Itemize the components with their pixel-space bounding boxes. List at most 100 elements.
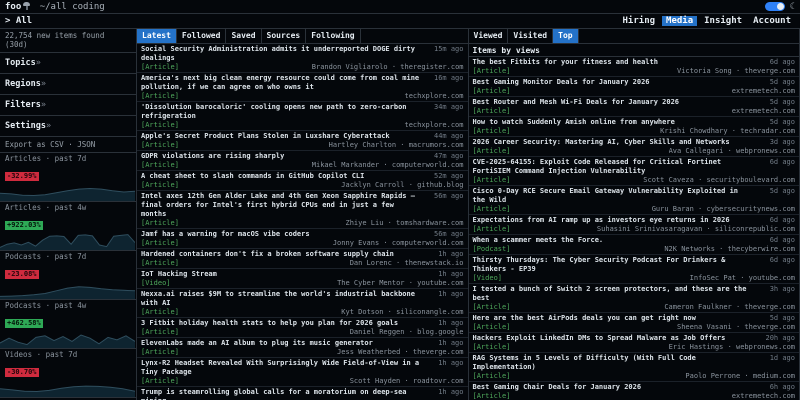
viewed-item[interactable]: RAG Systems in 5 Levels of Difficulty (W… [469,353,800,382]
item-source[interactable]: Jacklyn Carroll · github.blog [341,181,463,190]
item-title[interactable]: Intel axes 12th Gen Alder Lake and 4th G… [141,192,422,219]
item-title[interactable]: GDPR violations are rising sharply [141,152,284,161]
viewed-item[interactable]: I tested a bunch of Switch 2 screen prot… [469,284,800,313]
viewed-item[interactable]: When a scammer meets the Force.6d ago[Po… [469,235,800,255]
nav-account[interactable]: Account [749,16,795,26]
feed-item[interactable]: 3 Fitbit holiday health stats to help yo… [137,318,468,338]
item-source[interactable]: Kyt Dotson · siliconangle.com [341,308,463,317]
item-title[interactable]: Best Gaming Monitor Deals for January 20… [473,78,650,87]
item-title[interactable]: Cisco 0-Day RCE Secure Email Gateway Vul… [473,187,754,205]
sidebar-menu-regions[interactable]: Regions» [0,74,136,95]
feed-tab-following[interactable]: Following [306,29,360,43]
item-title[interactable]: America's next big clean energy resource… [141,74,422,92]
item-source[interactable]: Victoria Song · theverge.com [677,67,795,76]
viewed-item[interactable]: Cisco 0-Day RCE Secure Email Gateway Vul… [469,186,800,215]
feed-item[interactable]: Jamf has a warning for macOS vibe coders… [137,229,468,249]
viewed-item[interactable]: Best Gaming Chair Deals for January 2026… [469,382,800,400]
viewed-item[interactable]: Best Router and Mesh Wi-Fi Deals for Jan… [469,97,800,117]
item-title[interactable]: 2026 Career Security: Mastering AI, Cybe… [473,138,730,147]
nav-insight[interactable]: Insight [700,16,746,26]
viewed-item[interactable]: Expectations from AI ramp up as investor… [469,215,800,235]
item-title[interactable]: The best Fitbits for your fitness and he… [473,58,658,67]
viewed-tab-visited[interactable]: Visited [508,29,553,43]
feed-item[interactable]: ElevenLabs made an AI album to plug its … [137,338,468,358]
export-links[interactable]: Export as CSV · JSON [0,137,136,153]
item-source[interactable]: The Cyber Mentor · youtube.com [337,279,463,288]
item-source[interactable]: Paolo Perrone · medium.com [685,372,795,381]
item-title[interactable]: Best Router and Mesh Wi-Fi Deals for Jan… [473,98,680,107]
viewed-item[interactable]: Here are the best AirPods deals you can … [469,313,800,333]
sidebar-menu-settings[interactable]: Settings» [0,116,136,137]
item-title[interactable]: When a scammer meets the Force. [473,236,604,245]
item-title[interactable]: Hackers Exploit LinkedIn DMs to Spread M… [473,334,726,343]
sidebar-menu-filters[interactable]: Filters» [0,95,136,116]
item-source[interactable]: Scott Hayden · roadtovr.com [350,377,464,386]
item-title[interactable]: Best Gaming Chair Deals for January 2026 [473,383,642,392]
item-title[interactable]: A cheat sheet to slash commands in GitHu… [141,172,364,181]
item-source[interactable]: N2K Networks · thecyberwire.com [664,245,795,254]
item-source[interactable]: Daniel Reggen · blog.google [350,328,464,337]
item-title[interactable]: Lynx-R2 Headset Revealed With Surprising… [141,359,422,377]
feed-item[interactable]: A cheat sheet to slash commands in GitHu… [137,171,468,191]
item-title[interactable]: 'Dissolution barocaloric' cooling opens … [141,103,422,121]
item-source[interactable]: Guru Baran · cybersecuritynews.com [652,205,795,214]
item-title[interactable]: Thirsty Thursdays: The Cyber Security Po… [473,256,754,274]
item-title[interactable]: Nexxa.ai raises $9M to streamline the wo… [141,290,422,308]
item-source[interactable]: Brandon Vigliarolo · theregister.com [312,63,464,72]
item-source[interactable]: Scott Caveza · securityboulevard.com [643,176,795,185]
feed-item[interactable]: Apple's Secret Product Plans Stolen in L… [137,131,468,151]
item-source[interactable]: Hartley Charlton · macrumors.com [329,141,464,150]
item-title[interactable]: Jamf has a warning for macOS vibe coders [141,230,310,239]
item-title[interactable]: Apple's Secret Product Plans Stolen in L… [141,132,390,141]
item-source[interactable]: Cameron Faulkner · theverge.com [664,303,795,312]
sidebar-menu-topics[interactable]: Topics» [0,53,136,74]
item-title[interactable]: Trump is steamrolling global calls for a… [141,388,422,400]
feed-item[interactable]: Nexxa.ai raises $9M to streamline the wo… [137,289,468,318]
item-source[interactable]: techxplore.com [404,92,463,101]
item-source[interactable]: Suhasini Srinivasaragavan · siliconrepub… [597,225,795,234]
item-title[interactable]: IoT Hacking Stream [141,270,217,279]
context-label[interactable]: > All [5,16,32,26]
item-source[interactable]: Zhiye Liu · tomshardware.com [345,219,463,228]
item-source[interactable]: extremetech.com [732,107,795,116]
item-source[interactable]: extremetech.com [732,87,795,96]
item-title[interactable]: I tested a bunch of Switch 2 screen prot… [473,285,754,303]
item-title[interactable]: 3 Fitbit holiday health stats to help yo… [141,319,398,328]
item-source[interactable]: Jonny Evans · computerworld.com [333,239,464,248]
feed-item[interactable]: 'Dissolution barocaloric' cooling opens … [137,102,468,131]
feed-tab-saved[interactable]: Saved [226,29,261,43]
item-source[interactable]: Ava Callegari · webpronews.com [669,147,795,156]
item-source[interactable]: Krishi Chowdhary · techradar.com [660,127,795,136]
item-title[interactable]: ElevenLabs made an AI album to plug its … [141,339,373,348]
item-source[interactable]: techxplore.com [404,121,463,130]
item-source[interactable]: Jess Weatherbed · theverge.com [337,348,463,357]
feed-item[interactable]: Hardened containers don't fix a broken s… [137,249,468,269]
feed-tab-latest[interactable]: Latest [137,29,177,43]
viewed-item[interactable]: Thirsty Thursdays: The Cyber Security Po… [469,255,800,284]
viewed-item[interactable]: The best Fitbits for your fitness and he… [469,57,800,77]
item-source[interactable]: extremetech.com [732,392,795,400]
moon-icon[interactable]: ☾ [790,2,795,12]
feed-item[interactable]: Intel axes 12th Gen Alder Lake and 4th G… [137,191,468,229]
feed-item[interactable]: GDPR violations are rising sharply47m ag… [137,151,468,171]
feed-item[interactable]: Lynx-R2 Headset Revealed With Surprising… [137,358,468,387]
viewed-tab-top[interactable]: Top [553,29,578,43]
item-title[interactable]: Hardened containers don't fix a broken s… [141,250,394,259]
viewed-tab-viewed[interactable]: Viewed [469,29,509,43]
feed-item[interactable]: Trump is steamrolling global calls for a… [137,387,468,400]
item-title[interactable]: Here are the best AirPods deals you can … [473,314,696,323]
item-source[interactable]: Dan Lorenc · thenewstack.io [350,259,464,268]
viewed-item[interactable]: CVE-2025-64155: Exploit Code Released fo… [469,157,800,186]
item-source[interactable]: Eric Hastings · webpronews.com [669,343,795,352]
item-source[interactable]: Mikael Markander · computerworld.com [312,161,464,170]
nav-media[interactable]: Media [662,16,697,26]
viewed-item[interactable]: Hackers Exploit LinkedIn DMs to Spread M… [469,333,800,353]
item-title[interactable]: Social Security Administration admits it… [141,45,422,63]
viewed-item[interactable]: How to watch Suddenly Amish online from … [469,117,800,137]
nav-hiring[interactable]: Hiring [619,16,660,26]
viewed-item[interactable]: 2026 Career Security: Mastering AI, Cybe… [469,137,800,157]
item-title[interactable]: CVE-2025-64155: Exploit Code Released fo… [473,158,754,176]
feed-item[interactable]: America's next big clean energy resource… [137,73,468,102]
item-title[interactable]: How to watch Suddenly Amish online from … [473,118,675,127]
feed-tab-sources[interactable]: Sources [262,29,307,43]
